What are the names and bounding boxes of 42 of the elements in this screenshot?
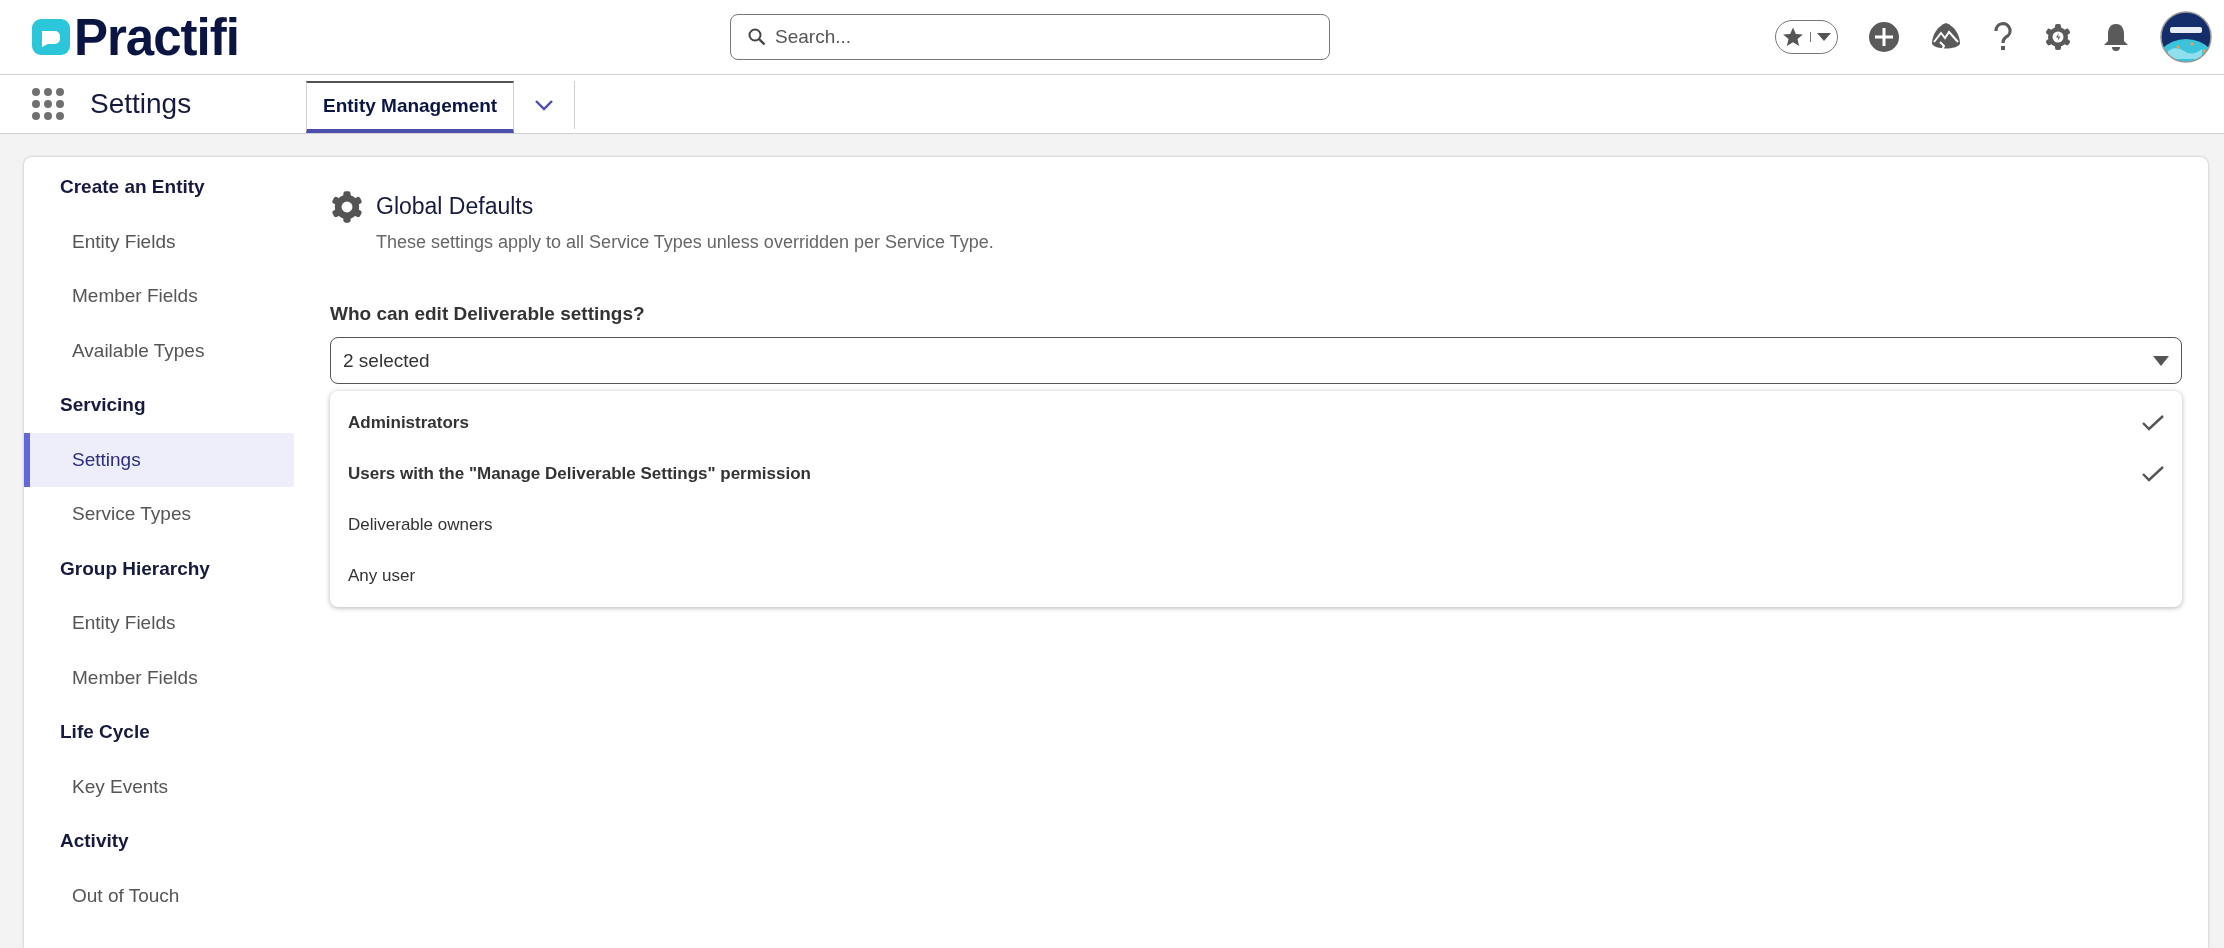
nav-tab[interactable]: Entity Management [306,81,515,133]
dropdown-option[interactable]: Any user [330,550,2182,601]
dropdown-option[interactable]: Administrators [330,397,2182,448]
logo-text: Practifi [74,7,239,67]
search-icon [748,28,766,46]
app-name: Settings [90,88,192,120]
settings-icon[interactable] [2044,23,2072,51]
sidebar-item[interactable]: Entity Fields [24,596,294,651]
sidebar-item[interactable]: Available Types [24,323,294,378]
sidebar-item[interactable]: Settings [24,432,294,487]
settings-icon [330,190,364,224]
sidebar-heading: Servicing [59,393,147,417]
sidebar-heading: Activity [59,829,130,853]
sidebar-item[interactable]: Service Types [24,487,294,542]
section-title: Global Defaults [376,193,535,220]
check-icon [2142,465,2164,482]
multi-select-field[interactable]: 2 selected [330,337,2182,384]
dropdown-option[interactable]: Users with the "Manage Deliverable Settings" permission [330,448,2182,499]
notifications-icon[interactable] [2102,22,2130,52]
logo-icon [32,17,70,57]
add-icon[interactable] [1868,21,1900,53]
caret-icon [2153,355,2169,366]
check-icon [2142,414,2164,431]
sidebar-item[interactable]: Key Events [24,759,294,814]
search-field[interactable]: Search... [730,14,1330,60]
chevron-down-icon[interactable] [534,99,555,111]
star-icon [1782,26,1804,48]
app-launcher-icon[interactable] [32,88,64,120]
mountain-icon[interactable] [1930,22,1962,52]
sidebar-heading: Group Hierarchy [59,556,211,581]
dropdown-option[interactable]: Deliverable owners [330,499,2182,550]
sidebar-item[interactable]: Member Fields [24,269,294,324]
sidebar-item[interactable]: Entity Fields [24,214,294,269]
sidebar-heading: Life Cycle [59,720,151,744]
section-description: These settings apply to all Service Types unless overridden per Service Type. [376,232,994,253]
sidebar-item[interactable]: Member Fields [24,650,294,705]
sidebar-heading: Create an Entity [59,175,206,199]
caret-icon [1817,32,1831,42]
help-icon[interactable] [1992,22,2014,52]
sidebar-item[interactable]: Out of Touch [24,868,294,923]
field-label: Who can edit Deliverable settings? [330,303,646,325]
favorites-button[interactable] [1775,20,1838,54]
